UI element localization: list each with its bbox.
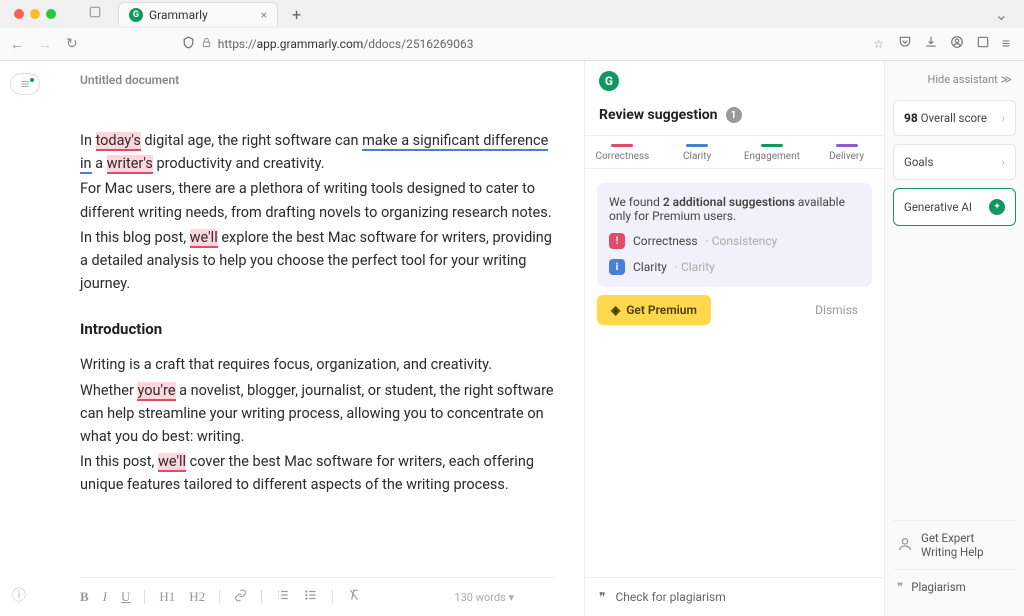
ai-sparkle-icon: ✦ <box>989 199 1005 215</box>
goals-card[interactable]: Goals › <box>893 144 1016 180</box>
unordered-list-button[interactable] <box>304 588 318 606</box>
maximize-window-icon[interactable] <box>46 9 56 19</box>
ordered-list-button[interactable] <box>276 588 290 606</box>
separator <box>144 590 145 604</box>
shield-icon[interactable] <box>88 5 102 23</box>
dismiss-button[interactable]: Dismiss <box>815 303 858 317</box>
minimize-window-icon[interactable] <box>30 9 40 19</box>
italic-button[interactable]: I <box>103 589 107 605</box>
account-icon[interactable] <box>950 35 964 53</box>
highlighted-text[interactable]: writer's <box>107 155 153 174</box>
address-bar[interactable]: https://app.grammarly.com/ddocs/25162690… <box>92 36 884 52</box>
plagiarism-icon: ❞ <box>897 580 903 594</box>
separator <box>219 590 220 604</box>
separator <box>332 590 333 604</box>
word-count[interactable]: 130 words ▾ <box>454 591 514 604</box>
highlighted-text[interactable]: we'll <box>158 453 186 472</box>
document-body[interactable]: In today's digital age, the right softwa… <box>80 129 554 498</box>
tab-title: Grammarly <box>149 8 208 22</box>
diamond-icon: ◈ <box>611 303 620 317</box>
correctness-icon: ! <box>609 233 625 249</box>
download-icon[interactable] <box>924 35 938 53</box>
h2-button[interactable]: H2 <box>189 589 205 605</box>
sidebar-toggle-button[interactable] <box>10 73 40 95</box>
clarity-underline[interactable]: in <box>80 155 92 174</box>
nav-forward-button: → <box>38 36 52 53</box>
chevron-right-icon: › <box>1002 155 1005 169</box>
highlighted-text[interactable]: today's <box>96 132 141 151</box>
tab-engagement[interactable]: Engagement <box>735 136 810 168</box>
close-window-icon[interactable] <box>14 9 24 19</box>
overall-score-card[interactable]: 98 Overall score › <box>893 100 1016 136</box>
url-text: https://app.grammarly.com/ddocs/25162690… <box>218 37 474 51</box>
h1-button[interactable]: H1 <box>159 589 175 605</box>
suggestion-title: Review suggestion <box>599 107 718 123</box>
chevron-right-icon: › <box>1002 111 1005 125</box>
shield-icon[interactable] <box>182 36 195 52</box>
generative-ai-card[interactable]: Generative AI ✦ <box>893 188 1016 226</box>
separator <box>261 590 262 604</box>
premium-row-correctness[interactable]: ! Correctness · Consistency <box>609 233 860 249</box>
extensions-icon[interactable] <box>976 35 990 53</box>
new-tab-button[interactable]: + <box>286 5 307 24</box>
browser-tab[interactable]: G Grammarly × <box>118 2 278 26</box>
nav-back-button[interactable]: ← <box>10 36 24 53</box>
heading-introduction: Introduction <box>80 317 554 341</box>
grammarly-logo-icon: G <box>599 71 619 91</box>
link-button[interactable] <box>234 589 247 606</box>
highlighted-text[interactable]: we'll <box>190 229 218 248</box>
quote-icon: ❞ <box>599 590 605 604</box>
expert-help-link[interactable]: Get Expert Writing Help <box>893 520 1016 569</box>
reload-button[interactable]: ↻ <box>66 36 78 52</box>
tab-close-icon[interactable]: × <box>261 8 267 22</box>
pocket-icon[interactable] <box>898 35 912 53</box>
plagiarism-link[interactable]: ❞ Plagiarism <box>893 569 1016 604</box>
tab-clarity[interactable]: Clarity <box>660 136 735 168</box>
premium-row-clarity[interactable]: i Clarity · Clarity <box>609 259 860 275</box>
grammarly-favicon-icon: G <box>129 8 143 22</box>
lock-icon <box>201 37 212 51</box>
clarity-underline[interactable]: make a significant difference <box>362 132 548 151</box>
bookmark-icon[interactable]: ☆ <box>873 37 884 51</box>
hide-assistant-button[interactable]: Hide assistant ≫ <box>893 73 1016 92</box>
tab-correctness[interactable]: Correctness <box>585 136 660 168</box>
clarity-icon: i <box>609 259 625 275</box>
suggestion-count-badge: 1 <box>726 107 742 123</box>
underline-button[interactable]: U <box>121 589 130 605</box>
highlighted-text[interactable]: you're <box>137 382 175 401</box>
tab-delivery[interactable]: Delivery <box>809 136 884 168</box>
app-menu-icon[interactable]: ≡ <box>1002 35 1010 53</box>
premium-upsell-box: We found 2 additional suggestions availa… <box>597 183 872 287</box>
expert-icon <box>897 536 913 555</box>
clear-format-button[interactable] <box>347 588 361 606</box>
tabs-menu-icon[interactable]: ⌄ <box>987 5 1016 24</box>
window-controls[interactable] <box>8 9 56 19</box>
help-icon[interactable]: ⓘ <box>12 585 26 605</box>
document-title[interactable]: Untitled document <box>80 73 554 87</box>
check-plagiarism-button[interactable]: ❞ Check for plagiarism <box>585 577 884 616</box>
bold-button[interactable]: B <box>80 589 89 605</box>
get-premium-button[interactable]: ◈ Get Premium <box>597 295 711 325</box>
